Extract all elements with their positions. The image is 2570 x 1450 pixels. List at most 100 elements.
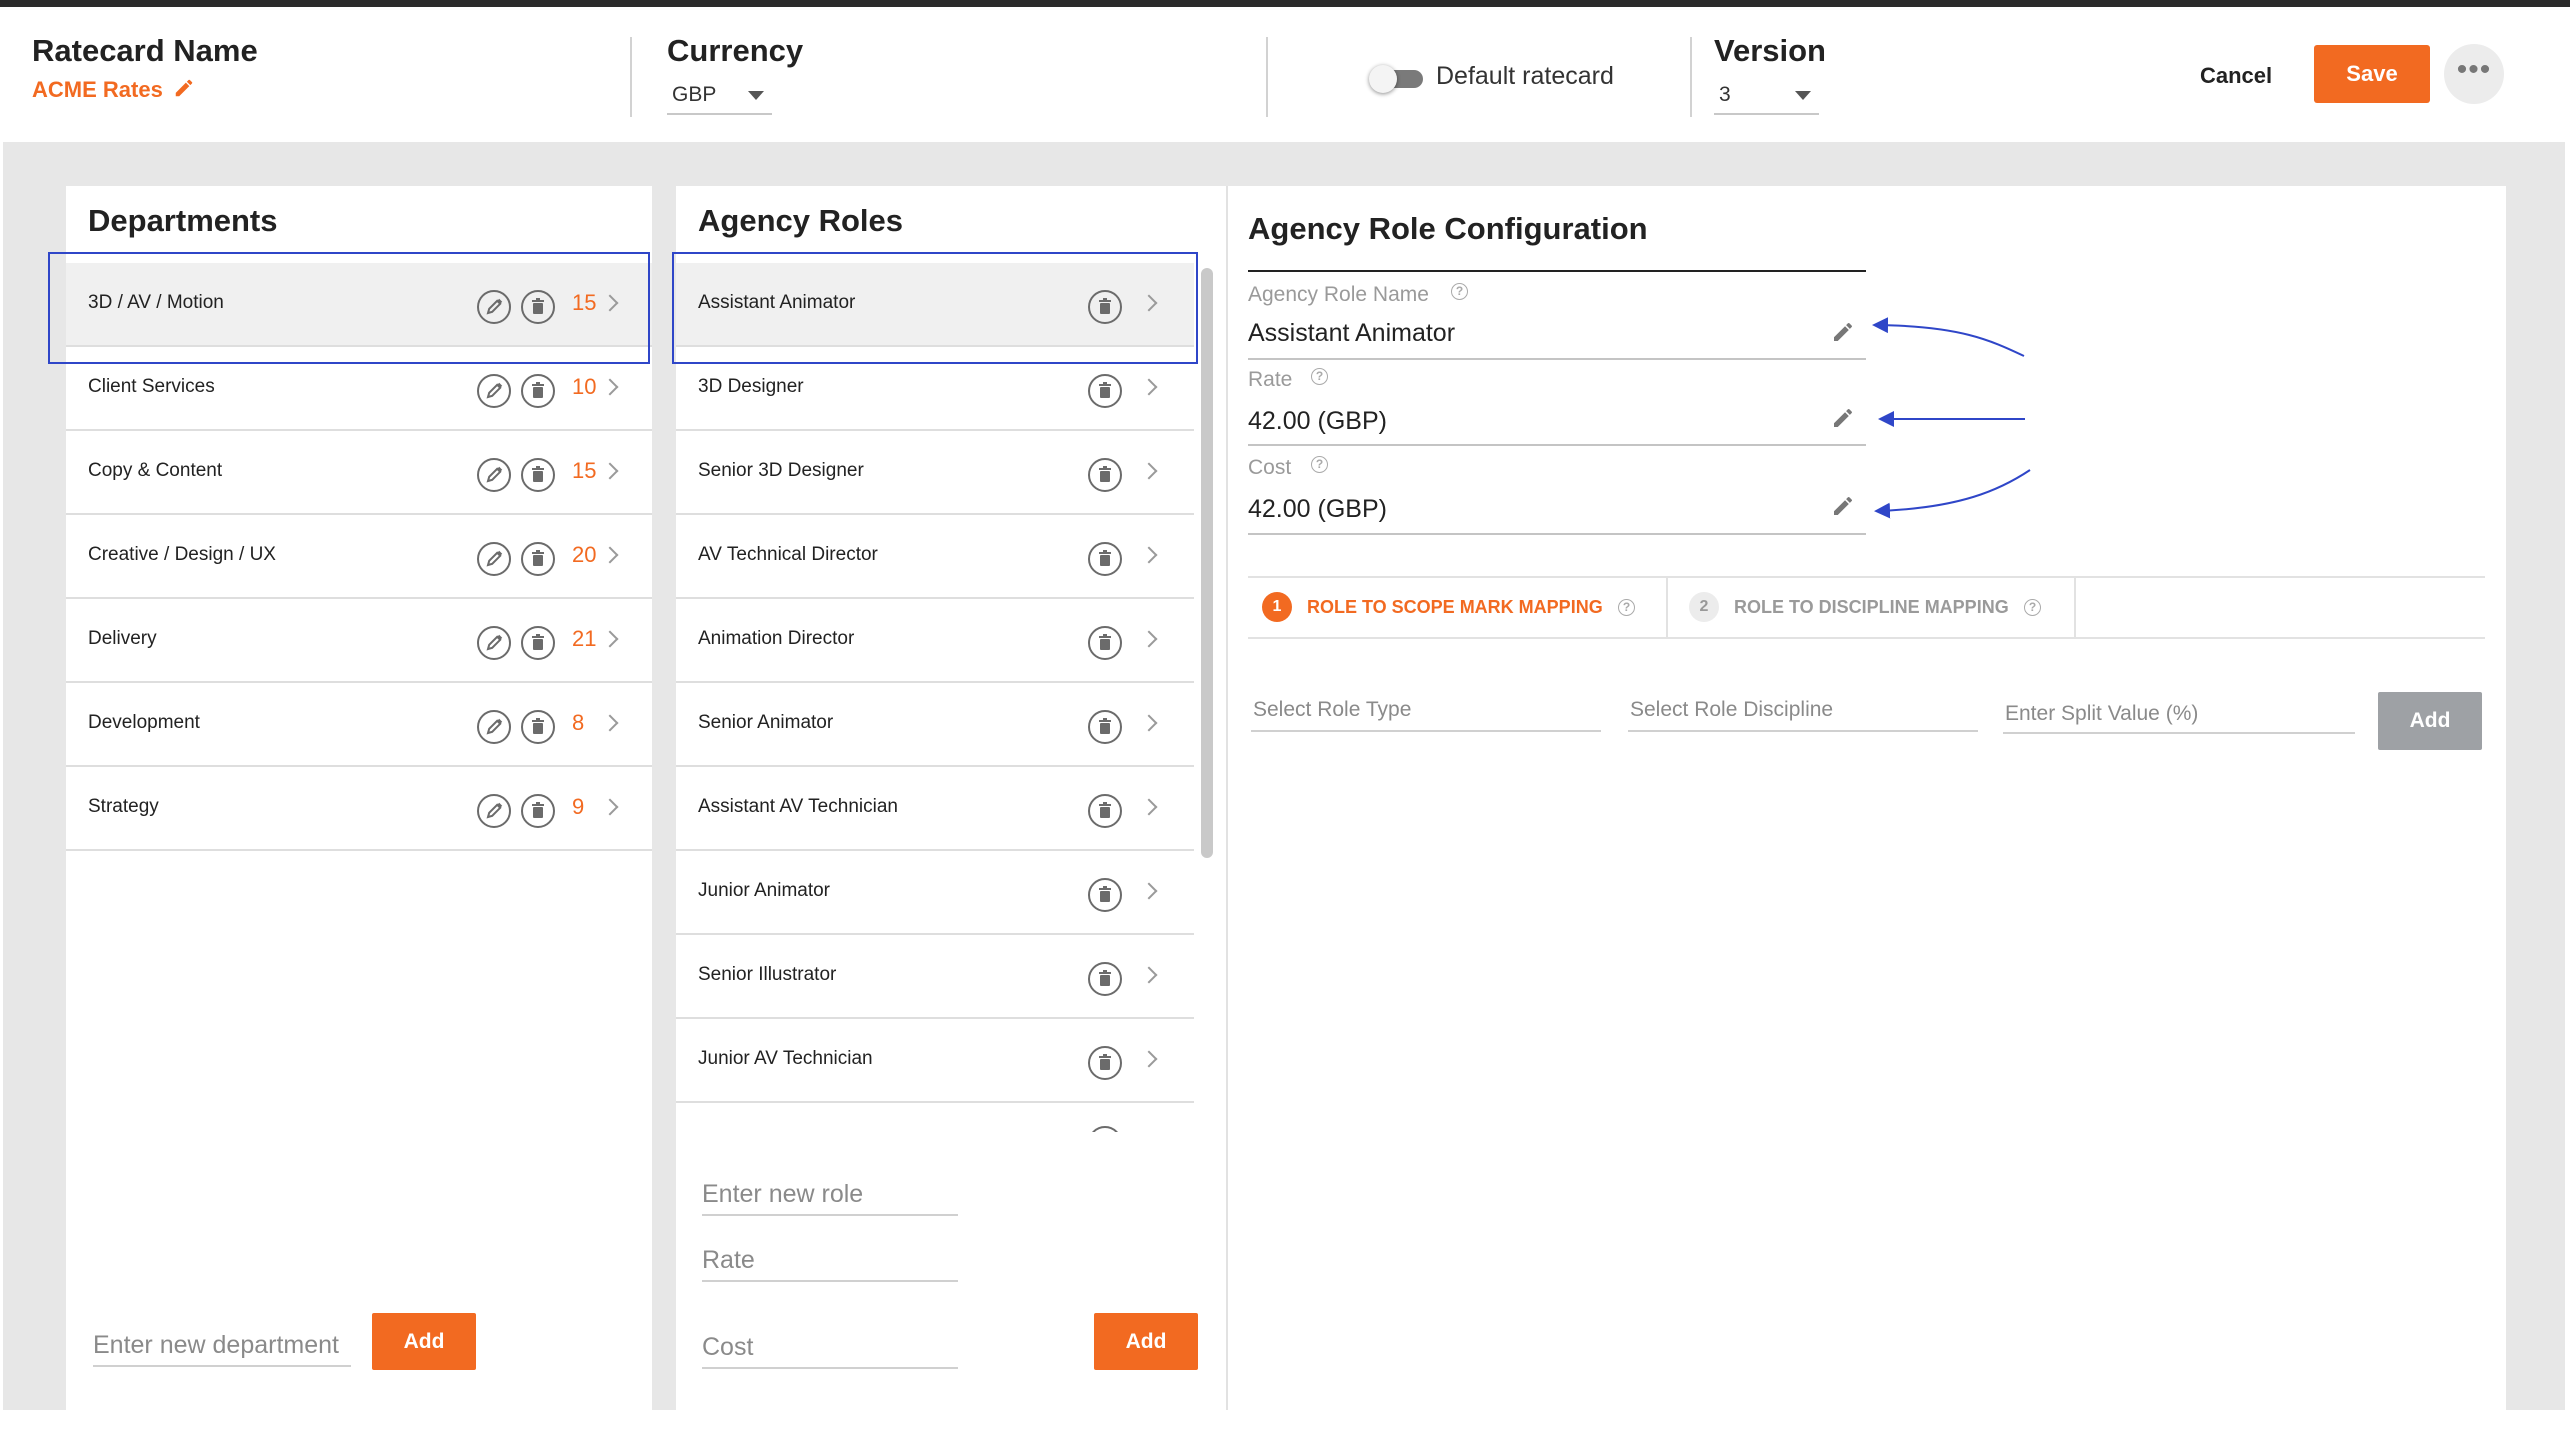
delete-icon[interactable]: [521, 794, 555, 828]
cancel-button[interactable]: Cancel: [2200, 63, 2272, 89]
add-role-button[interactable]: Add: [1094, 1313, 1198, 1370]
new-role-input[interactable]: Enter new role: [702, 1174, 958, 1216]
department-label: Creative / Design / UX: [88, 544, 276, 565]
department-row[interactable]: Copy & Content 15: [66, 431, 652, 515]
new-department-placeholder: Enter new department: [93, 1331, 339, 1359]
chevron-right-icon: [1140, 966, 1158, 984]
role-row[interactable]: Animation Director: [676, 599, 1194, 683]
header: Ratecard Name ACME Rates Currency GBP De…: [0, 7, 2570, 142]
new-role-cost-input[interactable]: Cost: [702, 1327, 958, 1369]
more-options-button[interactable]: •••: [2444, 44, 2504, 104]
chevron-right-icon: [601, 546, 619, 564]
delete-icon[interactable]: [521, 542, 555, 576]
department-row[interactable]: Creative / Design / UX 20: [66, 515, 652, 599]
help-icon[interactable]: ?: [2024, 599, 2041, 616]
chevron-right-icon: [1140, 546, 1158, 564]
role-type-select[interactable]: Select Role Type: [1251, 690, 1601, 732]
rate-label: Rate: [1248, 368, 1293, 391]
delete-icon[interactable]: [1088, 1046, 1122, 1080]
delete-icon[interactable]: [1088, 962, 1122, 996]
role-row[interactable]: Senior 3D Designer: [676, 431, 1194, 515]
header-divider: [1266, 37, 1268, 117]
delete-icon[interactable]: [521, 374, 555, 408]
version-select[interactable]: 3: [1714, 75, 1819, 115]
add-mapping-button[interactable]: Add: [2378, 692, 2482, 750]
delete-icon[interactable]: [1088, 1126, 1122, 1132]
role-row[interactable]: Senior Animator: [676, 683, 1194, 767]
tab-step-number: 1: [1262, 592, 1292, 622]
save-button[interactable]: Save: [2314, 45, 2430, 103]
edit-icon[interactable]: [477, 794, 511, 828]
role-row[interactable]: Assistant AV Technician: [676, 767, 1194, 851]
role-row[interactable]: Senior Illustrator: [676, 935, 1194, 1019]
role-row[interactable]: Junior AV Technician: [676, 1019, 1194, 1103]
ratecard-name: ACME Rates: [32, 77, 163, 102]
tab-role-to-scope-mark-mapping[interactable]: 1 ROLE TO SCOPE MARK MAPPING ?: [1248, 578, 1666, 637]
version-value: 3: [1719, 83, 1731, 106]
role-label: Junior AV Technician: [698, 1048, 873, 1069]
roles-title: Agency Roles: [698, 203, 904, 238]
tab-role-to-discipline-mapping[interactable]: 2 ROLE TO DISCIPLINE MAPPING ?: [1668, 578, 2074, 637]
department-label: Development: [88, 712, 200, 733]
role-label: 3D Designer: [698, 376, 804, 397]
add-department-button[interactable]: Add: [372, 1313, 476, 1370]
delete-icon[interactable]: [521, 710, 555, 744]
delete-icon[interactable]: [521, 458, 555, 492]
role-label: AV Technical Director: [698, 544, 878, 565]
delete-icon[interactable]: [1088, 710, 1122, 744]
chevron-right-icon: [1140, 714, 1158, 732]
rate-underline: [1248, 444, 1866, 446]
tab-label: ROLE TO SCOPE MARK MAPPING: [1307, 597, 1603, 617]
edit-icon[interactable]: [477, 626, 511, 660]
delete-icon[interactable]: [521, 626, 555, 660]
chevron-right-icon: [1140, 798, 1158, 816]
help-icon[interactable]: ?: [1451, 283, 1468, 300]
role-name-value: Assistant Animator: [1248, 319, 1456, 347]
help-icon[interactable]: ?: [1311, 456, 1328, 473]
delete-icon[interactable]: [1088, 626, 1122, 660]
edit-icon[interactable]: [477, 458, 511, 492]
department-row[interactable]: Delivery 21: [66, 599, 652, 683]
help-icon[interactable]: ?: [1311, 368, 1328, 385]
edit-rate-pencil-icon[interactable]: [1831, 406, 1855, 430]
department-row[interactable]: Development 8: [66, 683, 652, 767]
new-department-input[interactable]: Enter new department: [93, 1325, 351, 1367]
roles-scrollbar[interactable]: [1201, 268, 1213, 858]
edit-icon[interactable]: [477, 710, 511, 744]
new-role-rate-input[interactable]: Rate: [702, 1240, 958, 1282]
ratecard-name-link[interactable]: ACME Rates: [32, 77, 195, 103]
chevron-right-icon: [1140, 630, 1158, 648]
delete-icon[interactable]: [1088, 458, 1122, 492]
edit-icon[interactable]: [477, 542, 511, 576]
delete-icon[interactable]: [1088, 374, 1122, 408]
currency-select[interactable]: GBP: [667, 75, 772, 115]
edit-cost-pencil-icon[interactable]: [1831, 494, 1855, 518]
department-role-count: 20: [572, 542, 597, 567]
tab-step-number: 2: [1689, 592, 1719, 622]
chevron-right-icon: [1140, 1050, 1158, 1068]
default-ratecard-toggle[interactable]: [1369, 65, 1423, 93]
edit-icon[interactable]: [477, 374, 511, 408]
role-row[interactable]: Junior Animator: [676, 851, 1194, 935]
split-value-input[interactable]: Enter Split Value (%): [2003, 692, 2355, 734]
currency-title: Currency: [667, 33, 804, 68]
chevron-right-icon: [601, 378, 619, 396]
department-role-count: 10: [572, 374, 597, 399]
delete-icon[interactable]: [1088, 794, 1122, 828]
department-label: Client Services: [88, 376, 215, 397]
delete-icon[interactable]: [1088, 878, 1122, 912]
toggle-knob: [1369, 65, 1397, 93]
role-discipline-placeholder: Select Role Discipline: [1630, 698, 1834, 721]
tab-divider: [2074, 578, 2076, 637]
chevron-right-icon: [601, 462, 619, 480]
department-row[interactable]: Strategy 9: [66, 767, 652, 851]
version-title: Version: [1714, 33, 1826, 68]
department-role-count: 21: [572, 626, 597, 651]
edit-role-name-pencil-icon[interactable]: [1831, 320, 1855, 344]
help-icon[interactable]: ?: [1618, 599, 1635, 616]
role-discipline-select[interactable]: Select Role Discipline: [1628, 690, 1978, 732]
role-name-underline: [1248, 358, 1866, 360]
delete-icon[interactable]: [1088, 542, 1122, 576]
header-divider: [630, 37, 632, 117]
role-row[interactable]: AV Technical Director: [676, 515, 1194, 599]
